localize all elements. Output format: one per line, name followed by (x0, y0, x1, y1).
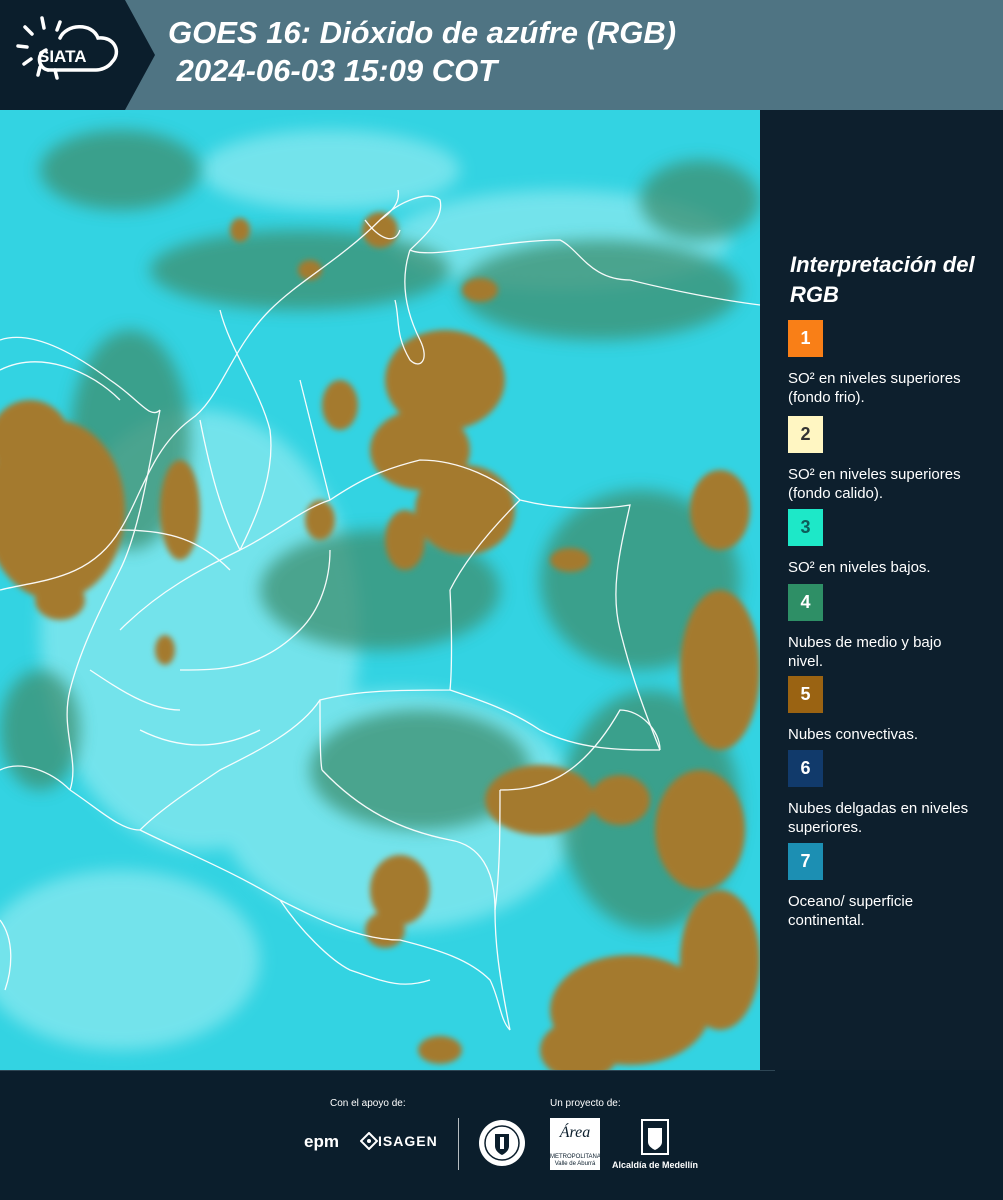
header-bar: SIATA GOES 16: Dióxido de azúfre (RGB) 2… (0, 0, 1003, 110)
legend-desc-3: SO² en niveles bajos. (788, 559, 931, 576)
legend-desc-1: SO² en niveles superiores (fondo frio). (788, 370, 961, 406)
project-label: Un proyecto de: (550, 1098, 621, 1109)
legend-item-4: 4 Nubes de medio y bajo nivel. (788, 584, 978, 671)
page-title: GOES 16: Dióxido de azúfre (RGB) 2024-06… (168, 15, 677, 88)
legend-swatch-1: 1 (788, 320, 823, 357)
legend-swatch-4: 4 (788, 584, 823, 621)
isagen-logo: ISAGEN (359, 1131, 438, 1151)
legend-panel: Interpretación del RGB 1 SO² en niveles … (760, 110, 1003, 1070)
siata-logo: SIATA (0, 0, 155, 110)
area-metropolitana-text: Área (559, 1124, 591, 1141)
legend-desc-6: Nubes delgadas en niveles superiores. (788, 800, 969, 836)
legend-desc-5: Nubes convectivas. (788, 726, 919, 743)
footer: Con el apoyo de: Un proyecto de: epm ISA… (0, 1070, 1003, 1200)
legend-item-1: 1 SO² en niveles superiores (fondo frio)… (788, 320, 978, 407)
legend-item-5: 5 Nubes convectivas. (788, 676, 978, 744)
legend-swatch-3: 3 (788, 509, 823, 546)
epm-logo: epm (304, 1132, 339, 1151)
legend-desc-7: Oceano/ superficie continental. (788, 893, 914, 929)
legend-item-6: 6 Nubes delgadas en niveles superiores. (788, 750, 978, 837)
isagen-text: ISAGEN (378, 1133, 438, 1149)
medellin-seal-icon (477, 1118, 527, 1173)
area-metropolitana-subtext: METROPOLITANA Valle de Aburrá (550, 1154, 601, 1167)
legend-swatch-7: 7 (788, 843, 823, 880)
legend-title: Interpretación del RGB (790, 252, 975, 307)
legend-item-3: 3 SO² en niveles bajos. (788, 509, 978, 577)
legend-swatch-6: 6 (788, 750, 823, 787)
footer-divider (458, 1118, 459, 1170)
siata-logo-text: SIATA (38, 47, 86, 66)
legend-swatch-5: 5 (788, 676, 823, 713)
legend-desc-4: Nubes de medio y bajo nivel. (788, 634, 942, 670)
legend-swatch-2: 2 (788, 416, 823, 453)
alcaldia-text: Alcaldía de Medellín (612, 1160, 699, 1170)
footer-divider-line (0, 1070, 775, 1071)
satellite-map (0, 110, 760, 1070)
isagen-icon (359, 1131, 379, 1151)
support-label: Con el apoyo de: (330, 1098, 406, 1109)
alcaldia-shield-icon (640, 1118, 670, 1156)
legend-item-2: 2 SO² en niveles superiores (fondo calid… (788, 416, 978, 503)
legend-item-7: 7 Oceano/ superficie continental. (788, 843, 978, 930)
legend-desc-2: SO² en niveles superiores (fondo calido)… (788, 466, 961, 502)
